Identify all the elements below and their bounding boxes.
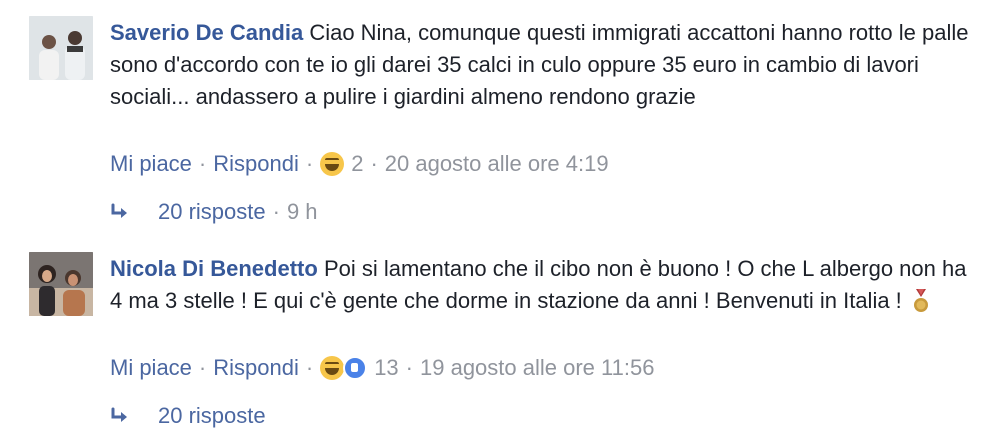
reply-link[interactable]: Rispondi: [213, 354, 299, 382]
haha-emoji-icon[interactable]: [320, 356, 345, 380]
view-replies-link[interactable]: 20 risposte: [158, 198, 266, 226]
avatar[interactable]: [29, 16, 93, 80]
comment-author-link[interactable]: Saverio De Candia: [110, 20, 303, 45]
replies-time: 9 h: [286, 199, 318, 224]
separator-dot: ·: [405, 355, 413, 380]
comment-author-link[interactable]: Nicola Di Benedetto: [110, 256, 318, 281]
replies-row[interactable]: 20 risposte: [110, 402, 266, 430]
like-link[interactable]: Mi piace: [110, 354, 192, 382]
reaction-count[interactable]: 2: [351, 150, 363, 178]
replies-row[interactable]: 20 risposte · 9 h: [110, 198, 318, 226]
reply-arrow-icon: [110, 203, 130, 221]
view-replies-link[interactable]: 20 risposte: [158, 402, 266, 430]
like-link[interactable]: Mi piace: [110, 150, 192, 178]
reaction-count[interactable]: 13: [374, 354, 398, 382]
separator-dot: ·: [370, 151, 378, 176]
comment-body: Nicola Di Benedetto Poi si lamentano che…: [110, 253, 970, 317]
medal-emoji-icon: [912, 289, 930, 315]
haha-emoji-icon[interactable]: [320, 152, 345, 176]
avatar[interactable]: [29, 252, 93, 316]
like-icon[interactable]: [343, 356, 368, 380]
separator-dot: ·: [198, 355, 207, 380]
avatar-photo-icon: [29, 252, 93, 316]
separator-dot: ·: [305, 355, 314, 380]
separator-dot: ·: [198, 151, 207, 176]
reply-link[interactable]: Rispondi: [213, 150, 299, 178]
comment-actions: Mi piace · Rispondi · 2 · 20 agosto alle…: [110, 150, 609, 178]
comment-timestamp[interactable]: 20 agosto alle ore 4:19: [385, 150, 609, 178]
comment-timestamp[interactable]: 19 agosto alle ore 11:56: [420, 354, 654, 382]
avatar-photo-icon: [29, 16, 93, 80]
reply-arrow-icon: [110, 407, 130, 425]
comment-body: Saverio De Candia Ciao Nina, comunque qu…: [110, 17, 970, 113]
comment-actions: Mi piace · Rispondi · 13 · 19 agosto all…: [110, 354, 654, 382]
separator-dot: ·: [272, 199, 280, 224]
separator-dot: ·: [305, 151, 314, 176]
